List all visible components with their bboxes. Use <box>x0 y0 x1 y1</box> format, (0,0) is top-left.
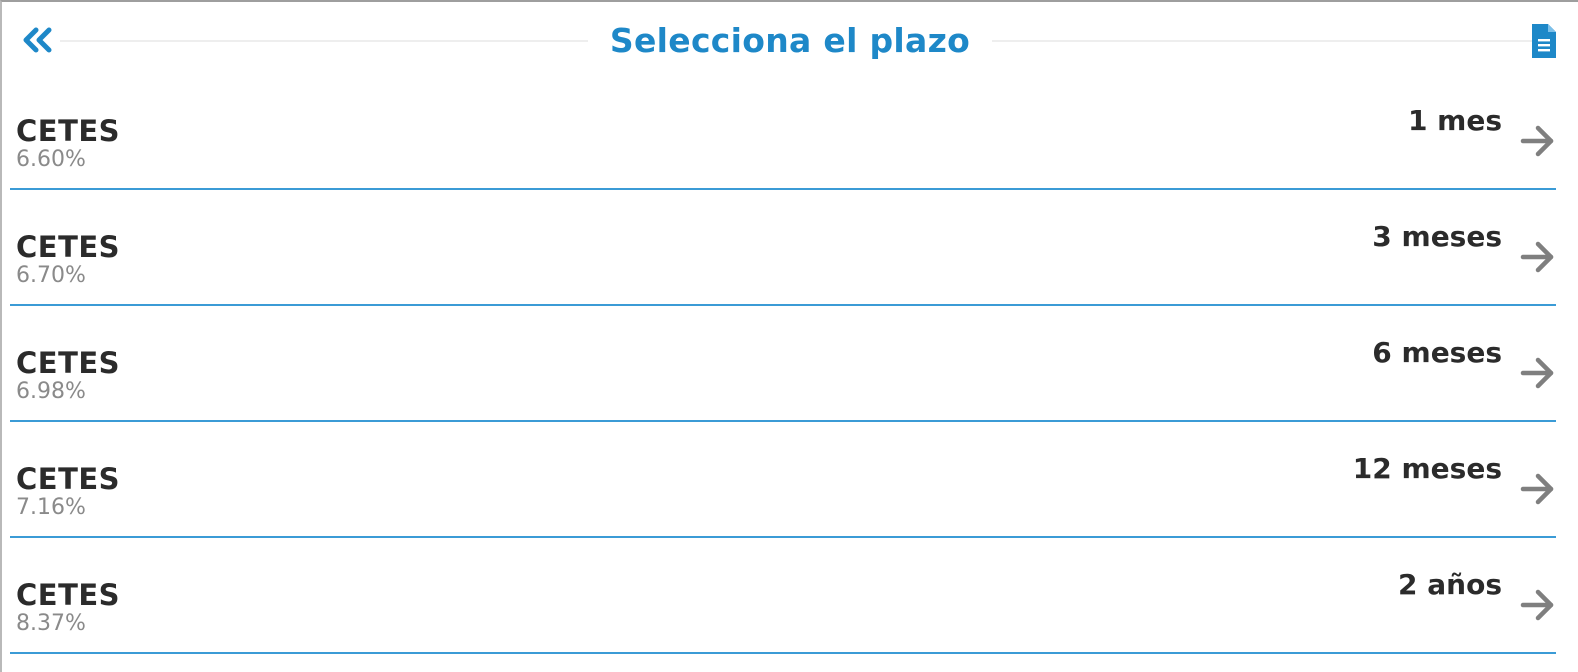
rate-value: 6.60% <box>16 147 86 172</box>
rate-value: 7.16% <box>16 495 86 520</box>
instrument-name: CETES <box>16 230 121 264</box>
list-item[interactable]: CETES 7.16% 12 meses <box>10 422 1556 538</box>
term-label: 1 mes <box>1407 104 1502 137</box>
app-window: Selecciona el plazo CETES 6.60% 1 mes CE… <box>0 0 1578 672</box>
instrument-name: CETES <box>16 462 121 496</box>
term-label: 12 meses <box>1352 452 1502 485</box>
term-label: 3 meses <box>1372 220 1502 253</box>
instrument-name: CETES <box>16 346 121 380</box>
list-item[interactable]: CETES 6.60% 1 mes <box>10 74 1556 190</box>
arrow-right-icon <box>1520 241 1554 273</box>
rate-value: 6.98% <box>16 379 86 404</box>
term-label: 2 años <box>1398 568 1502 601</box>
page-title: Selecciona el plazo <box>587 18 993 64</box>
document-icon <box>1532 24 1556 58</box>
arrow-right-icon <box>1520 125 1554 157</box>
rate-value: 6.70% <box>16 263 86 288</box>
term-label: 6 meses <box>1372 336 1502 369</box>
title-wrap: Selecciona el plazo <box>2 18 1578 64</box>
arrow-right-icon <box>1520 357 1554 389</box>
arrow-right-icon <box>1520 473 1554 505</box>
term-list: CETES 6.60% 1 mes CETES 6.70% 3 meses CE… <box>10 74 1556 654</box>
list-item[interactable]: CETES 6.98% 6 meses <box>10 306 1556 422</box>
list-item[interactable]: CETES 6.70% 3 meses <box>10 190 1556 306</box>
rate-value: 8.37% <box>16 611 86 636</box>
instrument-name: CETES <box>16 114 121 148</box>
list-item[interactable]: CETES 8.37% 2 años <box>10 538 1556 654</box>
document-button[interactable] <box>1530 22 1558 60</box>
arrow-right-icon <box>1520 589 1554 621</box>
instrument-name: CETES <box>16 578 121 612</box>
